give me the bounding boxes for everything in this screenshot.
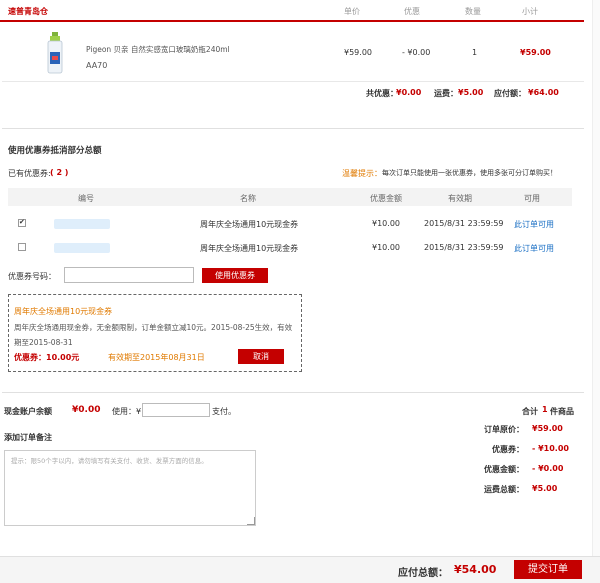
tip-text: 每次订单只能使用一张优惠券，使用多张可分订单购买！ (382, 169, 557, 177)
col-price: 单价 (344, 7, 360, 16)
coupon-total-label: 优惠券： (492, 445, 524, 454)
col-subtotal: 小计 (522, 7, 538, 16)
bottle-image[interactable] (46, 32, 64, 74)
summary-discount-label: 共优惠： (366, 89, 398, 98)
product-discount: - ¥0.00 (402, 48, 431, 57)
summary-payable-value: ¥64.00 (528, 88, 559, 97)
selected-coupon-validity: 有效期至2015年08月31日 (108, 353, 205, 362)
balance-pay-suffix: 支付。 (212, 407, 236, 416)
discount-total-label: 优惠金额： (484, 465, 524, 474)
product-price: ¥59.00 (344, 48, 372, 57)
th-usable: 可用 (524, 194, 540, 203)
th-name: 名称 (240, 194, 256, 203)
cart-summary: 共优惠： ¥0.00 运费： ¥5.00 应付额： ¥64.00 (2, 88, 584, 106)
coupon-amount: ¥10.00 (372, 219, 400, 228)
col-qty: 数量 (465, 7, 481, 16)
grand-total-label: 应付总额： (398, 568, 448, 579)
coupon-row: 周年庆全场通用10元现金券 ¥10.00 2015/8/31 23:59:59 … (8, 214, 572, 234)
coupon-usable-link[interactable]: 此订单可用 (514, 243, 554, 254)
coupon-row: 周年庆全场通用10元现金券 ¥10.00 2015/8/31 23:59:59 … (8, 238, 572, 258)
balance-value: ¥0.00 (72, 405, 101, 415)
cart-header: 速普青岛仓 单价 优惠 数量 小计 (0, 0, 584, 22)
tip-label: 温馨提示： (342, 169, 382, 178)
warehouse-name: 速普青岛仓 (8, 7, 48, 16)
coupon-name: 周年庆全场通用10元现金券 (200, 244, 299, 253)
scrollbar[interactable] (592, 0, 600, 556)
product-name[interactable]: Pigeon 贝亲 自然实感宽口玻璃奶瓶240ml (86, 42, 246, 58)
summary-discount-value: ¥0.00 (396, 88, 422, 97)
coupon-expiry: 2015/8/31 23:59:59 (424, 243, 504, 252)
original-price-value: ¥59.00 (532, 424, 563, 433)
cancel-coupon-button[interactable]: 取消 (238, 349, 284, 364)
th-amount: 优惠金额 (370, 194, 402, 203)
coupon-title: 使用优惠券抵消部分总额 (8, 146, 102, 156)
resize-handle-icon[interactable] (247, 517, 255, 525)
coupon-code-label: 优惠券号码： (8, 272, 56, 281)
th-code: 编号 (78, 194, 94, 203)
grand-total-value: ¥54.00 (454, 563, 497, 576)
discount-total-value: - ¥0.00 (532, 464, 564, 473)
selected-coupon-desc1: 周年庆全场通用现金券，无金额限制，订单金额立减10元。2015-08-25生效，… (14, 323, 293, 332)
product-code: AA70 (86, 61, 108, 70)
coupon-checkbox[interactable] (18, 218, 26, 227)
order-footer (0, 556, 600, 583)
remark-title: 添加订单备注 (4, 433, 52, 442)
balance-label: 现金账户余额 (4, 407, 52, 416)
balance-use-label: 使用：¥ (112, 407, 142, 416)
original-price-label: 订单原价： (484, 425, 524, 434)
submit-order-button[interactable]: 提交订单 (514, 560, 582, 579)
coupon-code-input[interactable] (64, 267, 194, 283)
owned-coupons-count: ( 2 ) (50, 168, 69, 177)
coupon-amount: ¥10.00 (372, 243, 400, 252)
selected-coupon-desc2: 期至2015-08-31 (14, 338, 73, 347)
coupon-table-header: 编号 名称 优惠金额 有效期 可用 (8, 188, 572, 206)
selected-coupon-value: 10.00元 (46, 353, 80, 362)
coupon-code-redacted (54, 219, 110, 229)
total-count-prefix: 合计 (522, 407, 538, 416)
product-qty: 1 (472, 48, 478, 57)
col-discount: 优惠 (404, 7, 420, 16)
shipping-total-value: ¥5.00 (532, 484, 558, 493)
balance-use-input[interactable] (142, 403, 210, 417)
summary-shipping-label: 运费： (434, 89, 458, 98)
product-subtotal: ¥59.00 (520, 48, 551, 57)
total-count: 1 (542, 405, 548, 414)
summary-payable-label: 应付额： (494, 89, 526, 98)
coupon-usable-link[interactable]: 此订单可用 (514, 219, 554, 230)
remark-textarea[interactable]: 提示：限50个字以内，请勿填写有关支付、收货、发票方面的信息。 (4, 450, 256, 526)
coupon-total-value: - ¥10.00 (532, 444, 569, 453)
owned-coupons-label: 已有优惠券: (8, 169, 51, 178)
shipping-total-label: 运费总额： (484, 485, 524, 494)
coupon-code-redacted (54, 243, 110, 253)
selected-coupon-value-label: 优惠券： (14, 353, 46, 362)
th-expiry: 有效期 (448, 194, 472, 203)
coupon-checkbox[interactable] (18, 243, 26, 251)
selected-coupon-title: 周年庆全场通用10元现金券 (14, 307, 113, 316)
coupon-expiry: 2015/8/31 23:59:59 (424, 219, 504, 228)
use-coupon-button[interactable]: 使用优惠券 (202, 268, 268, 283)
summary-shipping-value: ¥5.00 (458, 88, 484, 97)
total-count-suffix: 件商品 (550, 407, 574, 416)
product-info: Pigeon 贝亲 自然实感宽口玻璃奶瓶240ml AA70 (86, 42, 246, 74)
coupon-name: 周年庆全场通用10元现金券 (200, 220, 299, 229)
